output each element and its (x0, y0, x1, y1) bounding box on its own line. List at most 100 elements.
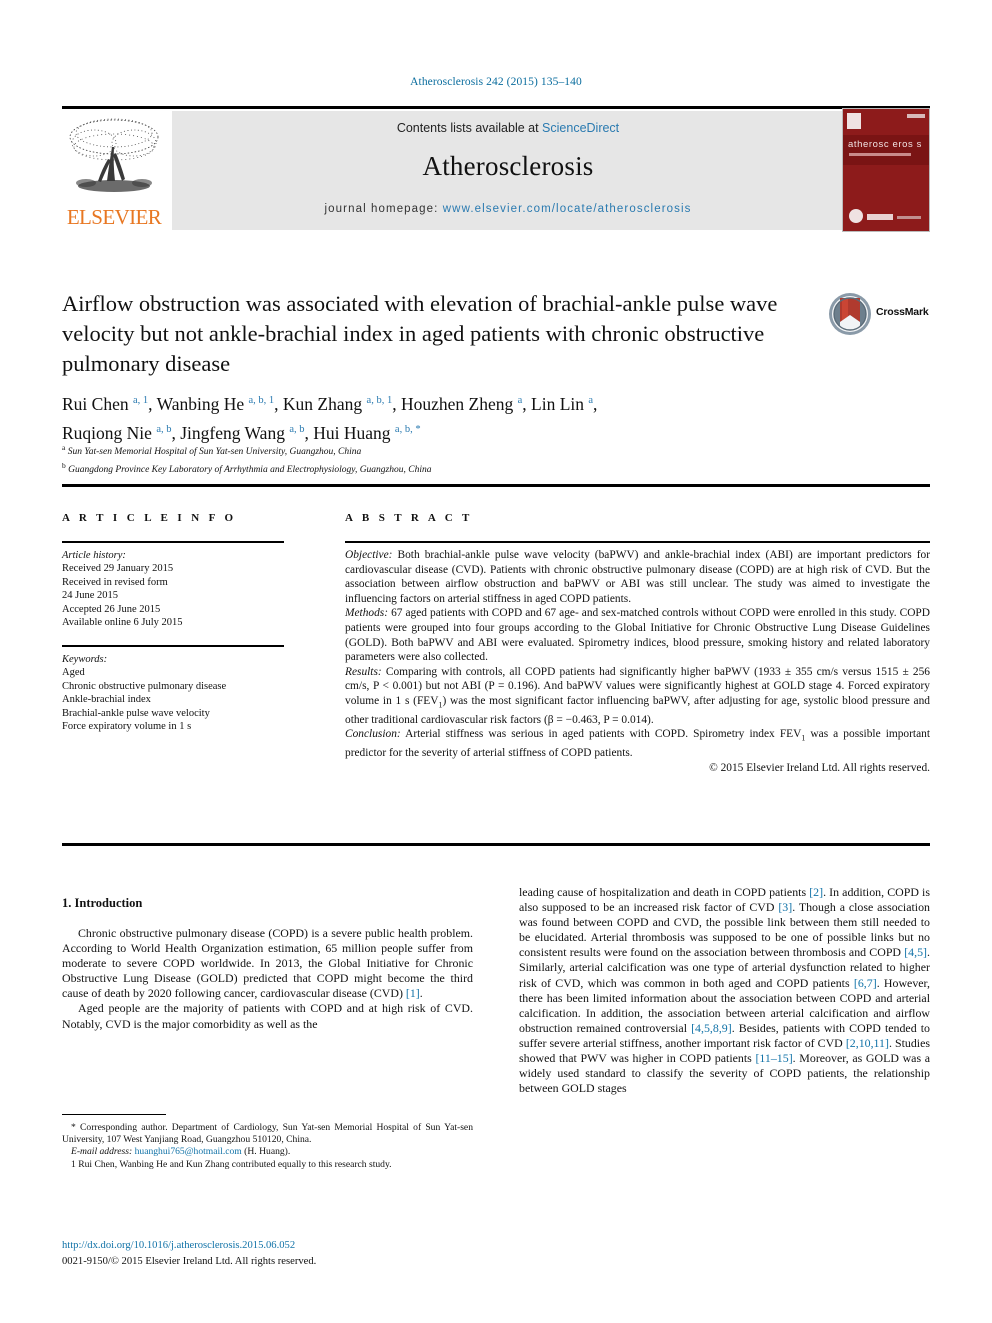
abstract-methods-label: Methods: (345, 607, 389, 620)
article-history-line: Accepted 26 June 2015 (62, 603, 161, 615)
affiliation-a: a Sun Yat-sen Memorial Hospital of Sun Y… (62, 441, 822, 459)
keyword-item: Ankle-brachial index (62, 694, 151, 706)
journal-cover-thumbnail: atherosc eros s (842, 108, 930, 232)
author-affil-marker: a, b, 1 (366, 395, 393, 406)
cover-bottom-bar-2 (897, 216, 921, 219)
journal-title: Atherosclerosis (422, 151, 594, 181)
citation-ref[interactable]: [11–15] (755, 1051, 792, 1065)
abstract-objective-text: Both brachial-ankle pulse wave velocity … (345, 549, 930, 605)
paper-page: Atherosclerosis 242 (2015) 135–140 ELSEV… (0, 0, 992, 1323)
running-head: Atherosclerosis 242 (2015) 135–140 (410, 76, 582, 88)
crossmark-icon (829, 293, 871, 335)
abstract-conclusion: Conclusion: Arterial stiffness was serio… (345, 727, 930, 760)
author-affil-marker: a (517, 395, 523, 406)
sciencedirect-link[interactable]: ScienceDirect (542, 121, 619, 135)
masthead-center-band: Contents lists available at ScienceDirec… (172, 111, 844, 230)
abstract-results: Results: Comparing with controls, all CO… (345, 665, 930, 728)
abstract-heading: A B S T R A C T (345, 512, 473, 524)
affiliation-marker-a: a (62, 443, 66, 452)
abstract-objective: Objective: Both brachial-ankle pulse wav… (345, 548, 930, 606)
article-title: Airflow obstruction was associated with … (62, 291, 778, 376)
journal-masthead: ELSEVIER Contents lists available at Sci… (62, 108, 930, 232)
affiliation-b-text: Guangdong Province Key Laboratory of Arr… (68, 465, 432, 476)
abstract-body: Objective: Both brachial-ankle pulse wav… (345, 548, 930, 775)
cover-bottom-bar (867, 214, 893, 220)
body-text: . (419, 986, 423, 1001)
keyword-item: Aged (62, 667, 85, 679)
cover-publisher-mark (847, 113, 861, 129)
author-jingfeng-wang: Jingfeng Wang (180, 422, 285, 443)
citation-ref[interactable]: [2,10,11] (846, 1036, 889, 1050)
body-paragraph: leading cause of hospitalization and dea… (519, 885, 930, 1096)
body-text: Aged people are the majority of patients… (62, 1001, 473, 1031)
keyword-item: Force expiratory volume in 1 s (62, 721, 192, 733)
contents-prefix: Contents lists available at (396, 121, 543, 135)
body-paragraph: Chronic obstructive pulmonary disease (C… (62, 926, 473, 1001)
cover-issue-mark (907, 114, 925, 118)
elsevier-logo: ELSEVIER (62, 111, 166, 230)
keyword-item: Brachial-ankle pulse wave velocity (62, 707, 210, 719)
article-info-rule-2 (62, 645, 284, 647)
footnote-email: E-mail address: huanghui765@hotmail.com … (62, 1146, 473, 1158)
abstract-objective-label: Objective: (345, 549, 393, 561)
footnote-email-label: E-mail address: (71, 1146, 133, 1158)
citation-ref[interactable]: [4,5,8,9] (691, 1021, 732, 1035)
citation-ref[interactable]: [2] (809, 885, 823, 899)
cover-journal-title: atherosc eros s (848, 139, 922, 150)
author-kun-zhang: Kun Zhang (282, 393, 363, 414)
article-history-line: Received in revised form (62, 576, 168, 588)
abstract-methods-text: 67 aged patients with COPD and 67 age- a… (345, 607, 930, 664)
masthead-top-rule (62, 106, 930, 109)
author-rui-chen: Rui Chen (62, 393, 129, 414)
journal-homepage-link[interactable]: www.elsevier.com/locate/atherosclerosis (443, 203, 692, 215)
affiliation-b: b Guangdong Province Key Laboratory of A… (62, 459, 822, 477)
section-heading-introduction: 1. Introduction (62, 896, 143, 910)
footnote-email-link[interactable]: huanghui765@hotmail.com (135, 1146, 242, 1157)
keywords-block: Keywords: Aged Chronic obstructive pulmo… (62, 653, 290, 733)
author-ruqiong-nie: Ruqiong Nie (62, 422, 152, 443)
body-column-left: Chronic obstructive pulmonary disease (C… (62, 926, 473, 1032)
footnote-equal-contribution: 1 Rui Chen, Wanbing He and Kun Zhang con… (71, 1158, 392, 1170)
citation-ref[interactable]: [4,5] (904, 945, 927, 959)
affiliation-marker-b: b (62, 461, 66, 471)
abstract-rule (345, 541, 930, 543)
homepage-prefix: journal homepage: (324, 203, 443, 215)
citation-ref[interactable]: [1] (406, 986, 420, 1000)
affiliations: a Sun Yat-sen Memorial Hospital of Sun Y… (62, 441, 822, 477)
cover-bottom-logo (849, 209, 863, 223)
author-affil-marker: a (588, 395, 594, 406)
article-history-line: Received 29 January 2015 (62, 563, 174, 575)
abstract-methods: Methods: 67 aged patients with COPD and … (345, 606, 930, 664)
footnote-rule (62, 1114, 166, 1115)
author-hui-huang: Hui Huang (313, 422, 391, 443)
elsevier-tree-icon (69, 118, 159, 192)
affiliation-a-text: Sun Yat-sen Memorial Hospital of Sun Yat… (67, 447, 362, 458)
author-lin-lin: Lin Lin (531, 393, 584, 414)
abstract-band-top-rule (62, 484, 930, 487)
abstract-band-bottom-rule (62, 843, 930, 846)
author-list: Rui Chen a, 1, Wanbing He a, b, 1, Kun Z… (62, 393, 598, 443)
footnote-email-suffix: (H. Huang). (241, 1146, 291, 1158)
body-column-right: leading cause of hospitalization and dea… (519, 885, 930, 1096)
article-history-line: Available online 6 July 2015 (62, 617, 183, 629)
article-history-block: Article history: Received 29 January 201… (62, 549, 290, 629)
doi-link[interactable]: http://dx.doi.org/10.1016/j.atherosclero… (62, 1239, 502, 1253)
crossmark-badge-group[interactable]: CrossMark (828, 292, 932, 338)
contents-available-line: Contents lists available at ScienceDirec… (172, 121, 844, 135)
journal-homepage-line: journal homepage: www.elsevier.com/locat… (172, 203, 844, 215)
author-houzhen-zheng: Houzhen Zheng (400, 393, 514, 414)
article-history-label: Article history: (62, 550, 126, 561)
keywords-label: Keywords: (62, 654, 108, 665)
citation-ref[interactable]: [3] (778, 900, 792, 914)
issn-copyright: 0021-9150/© 2015 Elsevier Ireland Ltd. A… (62, 1256, 317, 1267)
cover-subtitle-bar (849, 153, 911, 156)
abstract-results-label: Results: (345, 665, 382, 678)
body-paragraph: Aged people are the majority of patients… (62, 1001, 473, 1031)
author-affil-marker: a, b (289, 423, 305, 435)
footnote-block: * Corresponding author. Department of Ca… (62, 1122, 473, 1171)
author-affil-marker: a, b, 1 (248, 395, 275, 406)
elsevier-wordmark: ELSEVIER (66, 205, 162, 229)
citation-ref[interactable]: [6,7] (854, 976, 877, 990)
abstract-conclusion-label: Conclusion: (345, 728, 401, 741)
author-affil-marker: a, b (156, 423, 172, 435)
